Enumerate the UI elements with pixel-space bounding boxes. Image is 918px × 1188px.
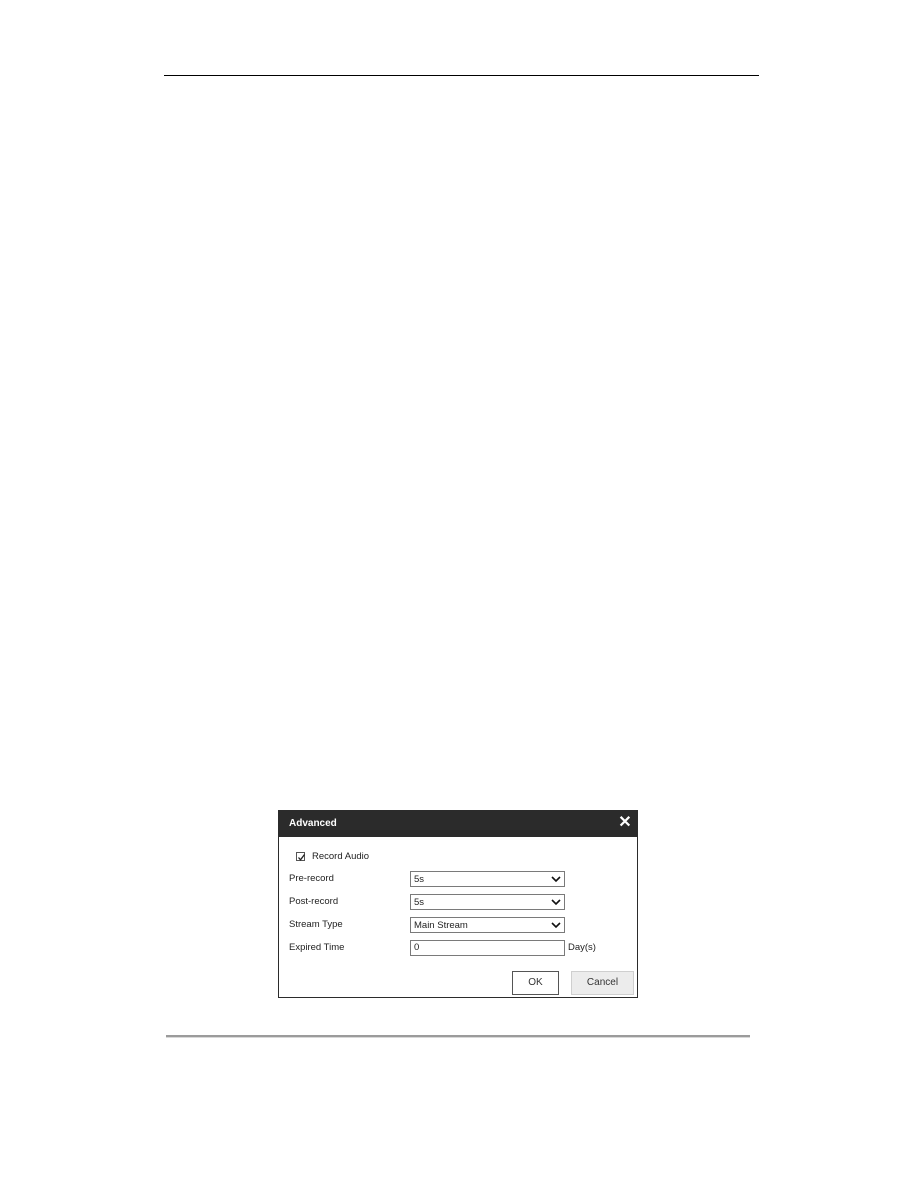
pre-record-value: 5s (414, 874, 425, 885)
stream-type-label: Stream Type (289, 919, 343, 930)
record-audio-label: Record Audio (312, 851, 370, 862)
dialog-header: Advanced ✕ (279, 811, 637, 837)
chevron-down-icon (551, 922, 561, 929)
post-record-row: Post-record 5s (279, 894, 637, 910)
chevron-down-icon (551, 899, 561, 906)
expired-time-row: Expired Time 0 Day(s) (279, 940, 637, 956)
stream-type-select[interactable]: Main Stream (410, 917, 565, 933)
record-audio-row: Record Audio (279, 849, 637, 865)
ok-button[interactable]: OK (512, 971, 559, 995)
dialog-title: Advanced (289, 818, 337, 829)
record-audio-checkbox[interactable] (296, 852, 306, 861)
chevron-down-icon (551, 876, 561, 883)
expired-time-unit: Day(s) (568, 942, 596, 953)
advanced-dialog: Advanced ✕ Record Audio Pre-record 5s Po… (278, 810, 638, 998)
stream-type-value: Main Stream (414, 920, 468, 931)
checkmark-icon (298, 854, 306, 861)
pre-record-label: Pre-record (289, 873, 334, 884)
post-record-value: 5s (414, 897, 425, 908)
header-rule (164, 75, 759, 76)
pre-record-select[interactable]: 5s (410, 871, 565, 887)
footer-rule (166, 1035, 750, 1038)
post-record-label: Post-record (289, 896, 339, 907)
cancel-button[interactable]: Cancel (571, 971, 634, 995)
close-icon[interactable]: ✕ (617, 814, 633, 832)
expired-time-input[interactable]: 0 (410, 940, 565, 956)
pre-record-row: Pre-record 5s (279, 871, 637, 887)
post-record-select[interactable]: 5s (410, 894, 565, 910)
stream-type-row: Stream Type Main Stream (279, 917, 637, 933)
expired-time-label: Expired Time (289, 942, 345, 953)
